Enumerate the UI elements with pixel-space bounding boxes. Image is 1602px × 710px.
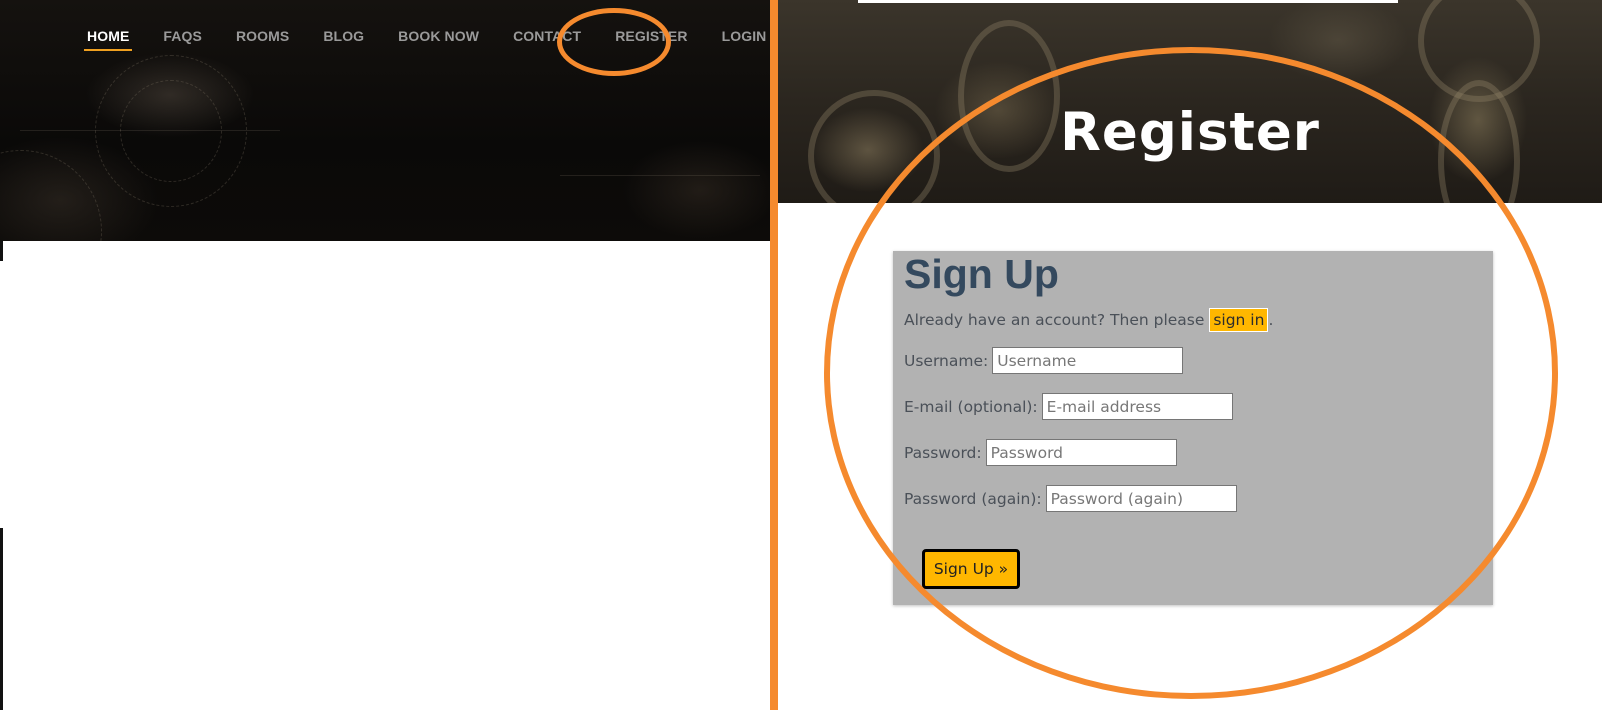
password-again-row: Password (again): [904, 485, 1237, 512]
page-title: Register [1060, 101, 1320, 163]
email-row: E-mail (optional): [904, 393, 1233, 420]
left-edge-mark [0, 241, 3, 261]
signup-button[interactable]: Sign Up » [922, 549, 1020, 589]
left-edge-mark [0, 528, 3, 710]
nav-faqs[interactable]: FAQS [163, 28, 202, 54]
password-again-label: Password (again): [904, 489, 1042, 508]
password-input[interactable] [985, 439, 1177, 466]
nav-book-now[interactable]: BOOK NOW [398, 28, 479, 54]
username-label: Username: [904, 351, 989, 370]
decor-line [560, 175, 760, 176]
decor-ring [120, 80, 222, 182]
decor-line [20, 130, 280, 131]
signup-heading: Sign Up [904, 251, 1059, 297]
email-label: E-mail (optional): [904, 397, 1038, 416]
hero-top-bar [858, 0, 1398, 3]
signin-prompt: Already have an account? Then please sig… [904, 308, 1274, 332]
username-row: Username: [904, 347, 1184, 374]
nav-login[interactable]: LOGIN [722, 28, 767, 54]
email-input[interactable] [1041, 393, 1233, 420]
password-again-input[interactable] [1045, 485, 1237, 512]
nav-contact[interactable]: CONTACT [513, 28, 581, 54]
signin-prompt-text: Already have an account? Then please [904, 311, 1210, 329]
username-input[interactable] [992, 347, 1184, 374]
main-nav: HOME FAQS ROOMS BLOG BOOK NOW CONTACT RE… [83, 28, 770, 60]
signin-prompt-suffix: . [1268, 311, 1274, 329]
signin-link[interactable]: sign in [1209, 308, 1269, 332]
password-row: Password: [904, 439, 1177, 466]
decor-ring [0, 150, 102, 241]
signup-card: Sign Up Already have an account? Then pl… [893, 251, 1493, 605]
register-hero-banner: Register [778, 0, 1602, 203]
password-label: Password: [904, 443, 982, 462]
nav-home[interactable]: HOME [83, 28, 133, 54]
panel-divider [770, 0, 778, 710]
nav-register[interactable]: REGISTER [615, 28, 687, 54]
nav-blog[interactable]: BLOG [323, 28, 364, 54]
nav-rooms[interactable]: ROOMS [236, 28, 289, 54]
left-hero-banner: HOME FAQS ROOMS BLOG BOOK NOW CONTACT RE… [0, 0, 770, 241]
